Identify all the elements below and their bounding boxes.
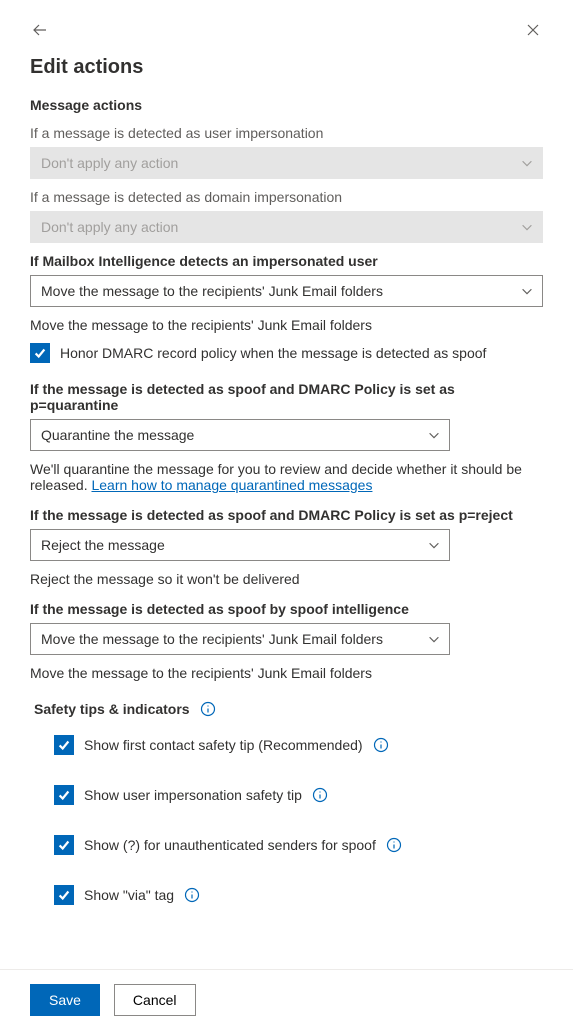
user-impersonation-select: Don't apply any action: [30, 147, 543, 179]
message-actions-heading: Message actions: [30, 97, 543, 113]
chevron-down-icon: [520, 156, 534, 170]
first-contact-checkbox[interactable]: [54, 735, 74, 755]
chevron-down-icon: [427, 538, 441, 552]
dmarc-quarantine-value: Quarantine the message: [41, 427, 194, 443]
dmarc-quarantine-select[interactable]: Quarantine the message: [30, 419, 450, 451]
chevron-down-icon: [427, 428, 441, 442]
dmarc-reject-helper: Reject the message so it won't be delive…: [30, 571, 543, 587]
info-icon[interactable]: [373, 737, 389, 753]
dmarc-quarantine-label: If the message is detected as spoof and …: [30, 381, 543, 413]
dmarc-reject-label: If the message is detected as spoof and …: [30, 507, 543, 523]
unauth-senders-checkbox[interactable]: [54, 835, 74, 855]
domain-impersonation-value: Don't apply any action: [41, 219, 178, 235]
page-title: Edit actions: [30, 56, 543, 79]
spoof-intelligence-value: Move the message to the recipients' Junk…: [41, 631, 383, 647]
mailbox-intelligence-helper: Move the message to the recipients' Junk…: [30, 317, 543, 333]
chevron-down-icon: [427, 632, 441, 646]
back-icon[interactable]: [30, 20, 50, 40]
honor-dmarc-checkbox[interactable]: [30, 343, 50, 363]
learn-quarantine-link[interactable]: Learn how to manage quarantined messages: [91, 477, 372, 493]
unauth-senders-label: Show (?) for unauthenticated senders for…: [84, 837, 376, 853]
close-icon[interactable]: [523, 20, 543, 40]
via-tag-checkbox[interactable]: [54, 885, 74, 905]
spoof-intelligence-select[interactable]: Move the message to the recipients' Junk…: [30, 623, 450, 655]
spoof-intelligence-label: If the message is detected as spoof by s…: [30, 601, 543, 617]
info-icon[interactable]: [312, 787, 328, 803]
user-impersonation-tip-label: Show user impersonation safety tip: [84, 787, 302, 803]
info-icon[interactable]: [184, 887, 200, 903]
spoof-intelligence-helper: Move the message to the recipients' Junk…: [30, 665, 543, 681]
user-impersonation-label: If a message is detected as user imperso…: [30, 125, 543, 141]
info-icon[interactable]: [386, 837, 402, 853]
dmarc-reject-select[interactable]: Reject the message: [30, 529, 450, 561]
mailbox-intelligence-label: If Mailbox Intelligence detects an imper…: [30, 253, 543, 269]
user-impersonation-value: Don't apply any action: [41, 155, 178, 171]
user-impersonation-tip-checkbox[interactable]: [54, 785, 74, 805]
via-tag-label: Show "via" tag: [84, 887, 174, 903]
domain-impersonation-select: Don't apply any action: [30, 211, 543, 243]
dmarc-reject-value: Reject the message: [41, 537, 165, 553]
mailbox-intelligence-value: Move the message to the recipients' Junk…: [41, 283, 383, 299]
dmarc-quarantine-helper: We'll quarantine the message for you to …: [30, 461, 543, 493]
safety-tips-heading: Safety tips & indicators: [34, 701, 190, 717]
mailbox-intelligence-select[interactable]: Move the message to the recipients' Junk…: [30, 275, 543, 307]
honor-dmarc-label: Honor DMARC record policy when the messa…: [60, 345, 486, 361]
cancel-button[interactable]: Cancel: [114, 984, 196, 1016]
info-icon[interactable]: [200, 701, 216, 717]
chevron-down-icon: [520, 220, 534, 234]
first-contact-label: Show first contact safety tip (Recommend…: [84, 737, 363, 753]
domain-impersonation-label: If a message is detected as domain imper…: [30, 189, 543, 205]
chevron-down-icon: [520, 284, 534, 298]
save-button[interactable]: Save: [30, 984, 100, 1016]
